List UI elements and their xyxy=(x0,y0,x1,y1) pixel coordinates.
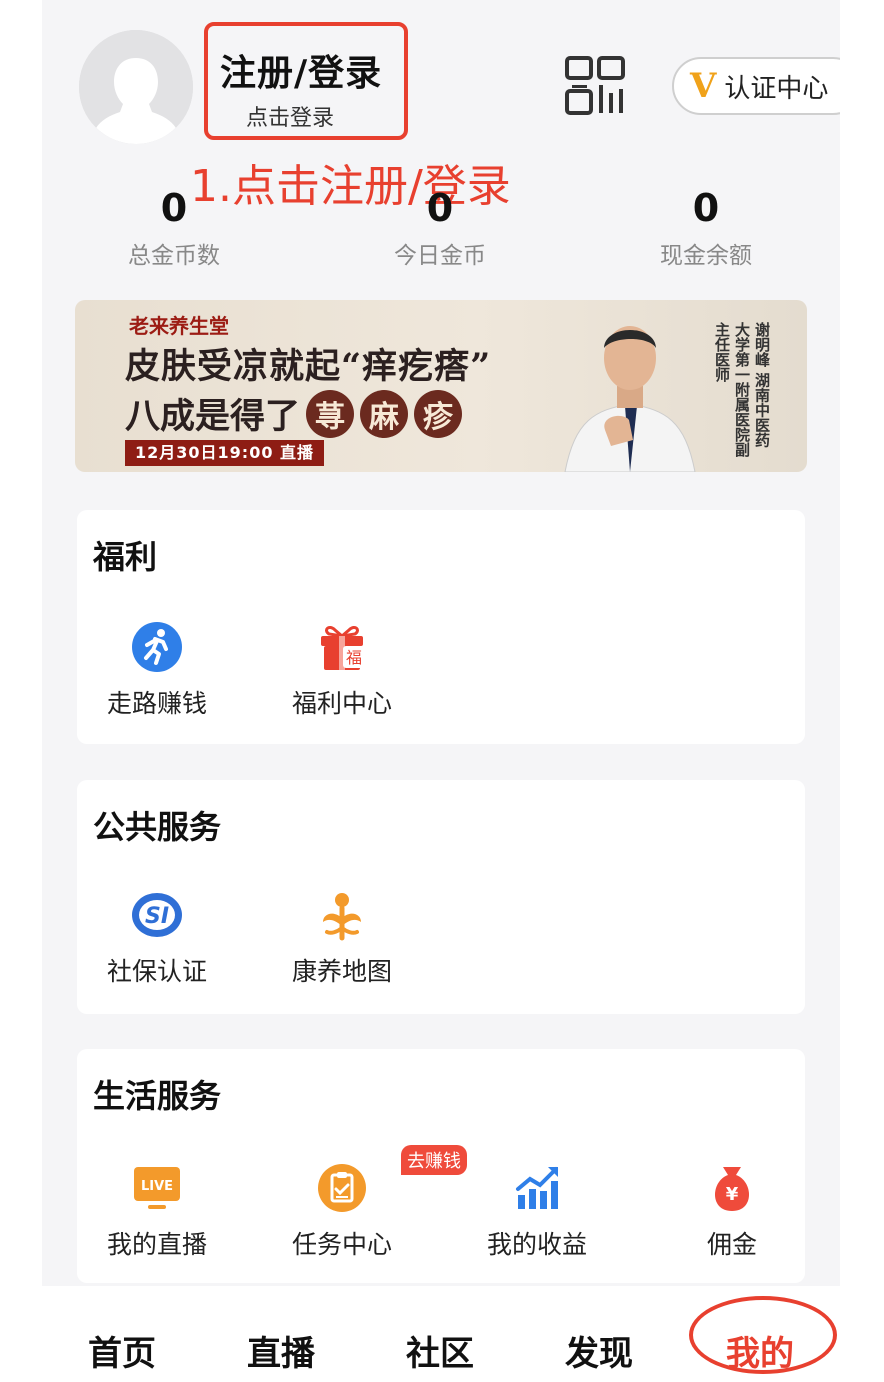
app-screen: 注册/登录 点击登录 1.点击注册/登录 V 认证中心 0 总金币数 0 今日金… xyxy=(42,0,840,1382)
tab-home[interactable]: 首页 xyxy=(88,1326,156,1375)
item-label: 走路赚钱 xyxy=(106,689,207,718)
social-security-icon: SI xyxy=(132,893,182,937)
si-icon-text: SI xyxy=(145,904,169,929)
tab-mine-highlight-ring xyxy=(689,1296,837,1374)
welfare-center-button[interactable]: 福 福利中心 xyxy=(262,620,422,720)
section-title: 福利 xyxy=(93,538,158,576)
map-flower-icon xyxy=(323,893,361,941)
tab-live[interactable]: 直播 xyxy=(247,1326,315,1375)
commission-button[interactable]: ¥ 佣金 xyxy=(652,1161,812,1261)
live-tv-icon: LIVE xyxy=(134,1167,180,1209)
public-service-section: 公共服务 SI 社保认证 康养地图 xyxy=(77,780,805,1014)
walk-earn-button[interactable]: 走路赚钱 xyxy=(77,620,237,720)
banner-badge: 疹 xyxy=(414,389,463,438)
life-service-section: 生活服务 LIVE 我的直播 任务中心 去赚钱 我的收益 ¥ 佣金 xyxy=(77,1049,805,1283)
qr-code-icon[interactable] xyxy=(564,55,626,117)
welfare-section: 福利 走路赚钱 福 福利中心 xyxy=(77,510,805,744)
task-clipboard-icon xyxy=(318,1164,366,1212)
health-map-button[interactable]: 康养地图 xyxy=(262,888,422,988)
live-promo-banner[interactable]: 老来养生堂 皮肤受凉就起“痒疙瘩” 八成是得了 荨 麻 疹 12月30日19:0… xyxy=(75,300,807,472)
banner-badge: 麻 xyxy=(360,389,409,438)
money-bag-icon: ¥ xyxy=(714,1167,750,1211)
task-center-button[interactable]: 任务中心 xyxy=(262,1161,422,1261)
social-security-auth-button[interactable]: SI 社保认证 xyxy=(77,888,237,988)
banner-date: 12月30日19:00 直播 xyxy=(125,440,325,466)
register-login-link[interactable]: 注册/登录 xyxy=(220,44,382,96)
banner-headline: 皮肤受凉就起“痒疙瘩” xyxy=(125,346,492,387)
certification-center-button[interactable]: V 认证中心 xyxy=(672,57,840,115)
certification-center-label: 认证中心 xyxy=(724,73,829,104)
banner-doctor-credit: 谢明峰 湖南中医药大学第一附属医院副主任医师 xyxy=(713,322,771,457)
section-title: 生活服务 xyxy=(93,1077,222,1115)
item-label: 社保认证 xyxy=(106,957,207,986)
my-earnings-button[interactable]: 我的收益 xyxy=(457,1161,617,1261)
item-label: 我的收益 xyxy=(486,1230,587,1259)
stat-label: 总金币数 xyxy=(128,243,220,269)
stat-label: 今日金币 xyxy=(394,243,486,269)
banner-brand: 老来养生堂 xyxy=(129,314,229,338)
banner-badge: 荨 xyxy=(306,389,355,438)
stat-label: 现金余额 xyxy=(660,243,752,269)
stat-value: 0 xyxy=(692,186,720,230)
running-icon xyxy=(132,622,182,672)
default-avatar-icon xyxy=(79,30,193,144)
click-login-hint[interactable]: 点击登录 xyxy=(246,100,334,132)
live-icon-text: LIVE xyxy=(141,1179,173,1194)
stat-value: 0 xyxy=(160,186,188,230)
tab-discover[interactable]: 发现 xyxy=(565,1326,633,1375)
banner-subheadline-text: 八成是得了 xyxy=(125,396,301,437)
stat-today-coins[interactable]: 0 今日金币 xyxy=(360,186,520,270)
my-live-button[interactable]: LIVE 我的直播 xyxy=(77,1161,237,1261)
item-label: 康养地图 xyxy=(291,957,392,986)
stat-value: 0 xyxy=(426,186,454,230)
avatar[interactable] xyxy=(79,30,193,144)
section-title: 公共服务 xyxy=(93,808,222,846)
gift-icon: 福 xyxy=(321,626,365,670)
item-label: 我的直播 xyxy=(106,1230,207,1259)
v-badge-icon: V xyxy=(690,66,717,106)
earnings-chart-icon xyxy=(516,1167,558,1209)
item-label: 任务中心 xyxy=(291,1230,392,1259)
tab-community[interactable]: 社区 xyxy=(406,1326,474,1375)
stat-total-coins[interactable]: 0 总金币数 xyxy=(94,186,254,270)
stat-cash-balance[interactable]: 0 现金余额 xyxy=(626,186,786,270)
yen-icon-text: ¥ xyxy=(726,1184,739,1205)
doctor-portrait-image xyxy=(564,326,696,472)
item-label: 福利中心 xyxy=(291,689,392,718)
item-label: 佣金 xyxy=(706,1230,757,1259)
gift-icon-text: 福 xyxy=(346,648,362,667)
banner-subheadline: 八成是得了 荨 麻 疹 xyxy=(125,388,463,439)
